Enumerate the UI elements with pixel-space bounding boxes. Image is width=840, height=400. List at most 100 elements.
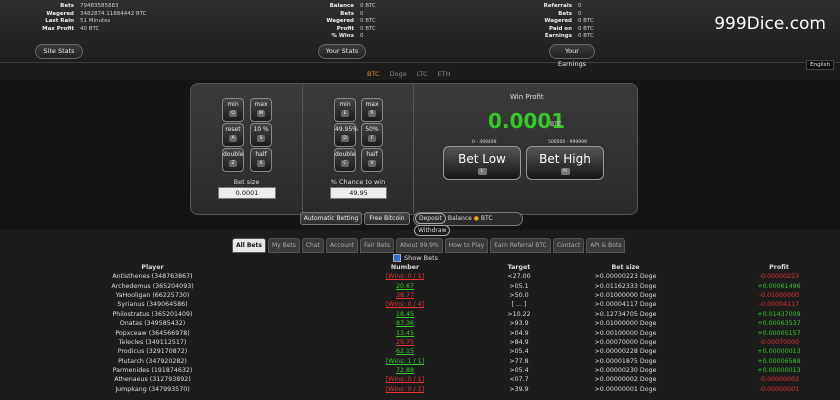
player-cell[interactable]: Parmenides (191874632) — [0, 366, 305, 375]
balance-currency: BTC — [480, 215, 493, 222]
deposit-button[interactable]: Deposit — [415, 213, 446, 224]
tab-how-to-play[interactable]: How to Play — [444, 238, 489, 253]
player-cell[interactable]: Archedemus (365204093) — [0, 281, 305, 290]
table-row: Prodicus (329170872) 62.15 >05.4 >0.0000022… — [0, 347, 840, 356]
target-cell: <07.7 — [505, 375, 533, 384]
target-cell-text: >84.9 — [509, 338, 529, 346]
player-cell[interactable]: Syrianus (349064586) — [0, 300, 305, 309]
chance-half-button[interactable]: half V — [361, 148, 383, 172]
bet-size-min-button[interactable]: min Q — [222, 98, 244, 122]
number-cell[interactable]: [Wins: 0 / 1] — [305, 385, 505, 394]
profit-cell: +0.00005157 — [718, 328, 840, 337]
tab-contact[interactable]: Contact — [552, 238, 585, 253]
player-cell[interactable]: Antisthenes (348763867) — [0, 272, 305, 281]
language-select[interactable]: English — [806, 60, 834, 70]
tab-chat[interactable]: Chat — [301, 238, 324, 253]
stat-label: Last Rain — [45, 18, 74, 25]
number-cell[interactable]: 72.88 — [305, 366, 505, 375]
number-cell[interactable]: 87.36 — [305, 319, 505, 328]
player-cell[interactable]: YaHooligan (66225730) — [0, 291, 305, 300]
stat-value: 0 — [578, 10, 582, 17]
bet-size-label: Bet size — [233, 178, 260, 186]
your-earnings-button[interactable]: Your Earnings — [549, 44, 595, 68]
win-profit-unit: BTC — [550, 121, 562, 128]
btc-coin-icon: ● — [473, 215, 479, 222]
key-label: max — [254, 101, 268, 108]
currency-tab-doge[interactable]: Doge — [390, 70, 407, 78]
tab-account[interactable]: Account — [325, 238, 359, 253]
number-cell[interactable]: [Wins: 0 / 1] — [305, 375, 505, 384]
number-cell[interactable]: [Wins: 1 / 1] — [305, 357, 505, 366]
table-row: Antisthenes (348763867) [Wins: 0 / 1] <27.… — [0, 272, 840, 281]
number-cell[interactable]: 20.67 — [305, 281, 505, 290]
tab-my-bets[interactable]: My Bets — [267, 238, 300, 253]
site-stats-button[interactable]: Site Stats — [35, 44, 83, 59]
chance-4995-button[interactable]: 49.95% D — [334, 123, 358, 147]
chance-50-button[interactable]: 50% F — [361, 123, 383, 147]
target-cell: >05.1 — [505, 281, 533, 290]
player-cell[interactable]: Plutarch (347920282) — [0, 357, 305, 366]
stat-label: Wagered — [46, 10, 74, 17]
number-cell-text: 38.77 — [395, 291, 415, 299]
bet-size-10pct-button[interactable]: 10 % S — [250, 123, 272, 147]
balance-bar: Deposit Balance ● BTC Withdraw — [413, 212, 523, 236]
tab-api-bots[interactable]: API & Bots — [586, 238, 626, 253]
profit-cell-text: -0.00004117 — [758, 301, 800, 309]
chance-min-button[interactable]: min E — [334, 98, 356, 122]
number-cell[interactable]: [Wins: 0 / 1] — [305, 272, 505, 281]
bet-size-cell: >0.00000223 Doge — [533, 272, 718, 281]
hotkey-badge: W — [257, 110, 265, 117]
stat-value: 0 — [360, 33, 364, 40]
bet-size-reset-button[interactable]: reset A — [222, 123, 244, 147]
tab-fair-bets[interactable]: Fair Bets — [360, 238, 395, 253]
profit-cell: +0.01437009 — [718, 310, 840, 319]
player-cell[interactable]: Athenaeus (312793892) — [0, 375, 305, 384]
bet-size-cell: >0.01000000 Doge — [533, 319, 718, 328]
number-cell[interactable]: 18.45 — [305, 310, 505, 319]
number-cell[interactable]: [Wins: 0 / 4] — [305, 300, 505, 309]
player-cell[interactable]: Philostratus (365201409) — [0, 310, 305, 319]
bet-low-button[interactable]: Bet Low L — [443, 146, 521, 180]
player-cell[interactable]: Onatas (349585432) — [0, 319, 305, 328]
stat-label: Referrals — [543, 3, 572, 9]
table-row: Parmenides (191874632) 72.88 >05.4 >0.00000… — [0, 366, 840, 375]
your-stats-button[interactable]: Your Stats — [318, 44, 366, 59]
stat-value: 3482874.11884442 BTC — [80, 10, 147, 17]
bet-size-cell-text: >0.01000000 Doge — [594, 320, 657, 328]
player-cell[interactable]: Telecles (349112517) — [0, 338, 305, 347]
bet-high-button[interactable]: Bet High H — [526, 146, 604, 180]
currency-tab-ltc[interactable]: LTC — [417, 70, 428, 78]
hotkey-badge: H — [560, 168, 570, 175]
player-cell-text: Philostratus (365201409) — [112, 310, 193, 318]
withdraw-button[interactable]: Withdraw — [414, 225, 451, 236]
chance-double-button[interactable]: double C — [334, 148, 356, 172]
automatic-betting-button[interactable]: Automatic Betting — [300, 212, 362, 225]
number-cell[interactable]: 62.15 — [305, 347, 505, 356]
header-profit: Profit — [769, 264, 789, 271]
player-cell[interactable]: Prodicus (329170872) — [0, 347, 305, 356]
number-cell[interactable]: 13.45 — [305, 328, 505, 337]
chance-max-button[interactable]: max R — [361, 98, 383, 122]
show-bets-toggle[interactable]: Show Bets — [393, 254, 438, 262]
panel-divider — [413, 83, 414, 213]
header-target: Target — [507, 264, 531, 271]
free-bitcoin-button[interactable]: Free Bitcoin — [364, 212, 410, 225]
number-cell[interactable]: 38.77 — [305, 291, 505, 300]
player-cell[interactable]: Popxceaw (364566978) — [0, 328, 305, 337]
bet-size-double-button[interactable]: double Z — [222, 148, 244, 172]
bet-size-half-button[interactable]: half X — [250, 148, 272, 172]
high-range: 500500 - 999999 — [548, 140, 587, 145]
currency-tab-eth[interactable]: ETH — [438, 70, 451, 78]
bet-size-max-button[interactable]: max W — [250, 98, 272, 122]
number-cell[interactable]: 25.75 — [305, 338, 505, 347]
bet-size-input[interactable]: 0.0001 — [218, 187, 276, 199]
chance-input[interactable]: 49.95 — [330, 187, 387, 199]
player-cell[interactable]: Jumpkang (347993570) — [0, 385, 305, 394]
bet-size-cell-text: >0.00000230 Doge — [594, 367, 657, 375]
currency-tab-btc[interactable]: BTC — [367, 70, 380, 78]
tab-earn-referral[interactable]: Earn Referral BTC — [490, 238, 551, 253]
target-cell: >05.4 — [505, 366, 533, 375]
tab-about[interactable]: About 99.9% — [396, 238, 443, 253]
show-bets-checkbox[interactable] — [393, 254, 401, 262]
tab-all-bets[interactable]: All Bets — [232, 238, 266, 253]
